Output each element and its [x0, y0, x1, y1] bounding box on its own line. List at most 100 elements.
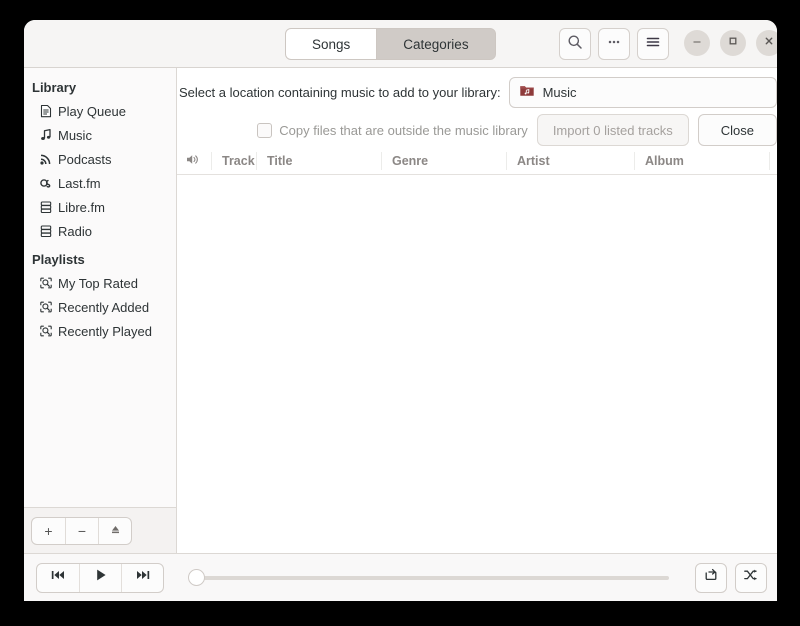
smart-playlist-icon — [38, 276, 53, 291]
sidebar-item-radio[interactable]: Radio — [24, 219, 176, 243]
rhythmbox-window: Songs Categories Library Play Queue Musi… — [24, 20, 777, 601]
hamburger-menu-icon — [645, 34, 661, 55]
player-bar — [24, 553, 777, 601]
close-import-button[interactable]: Close — [697, 114, 777, 146]
sidebar-item-podcasts[interactable]: Podcasts — [24, 147, 176, 171]
sidebar-item-label: Music — [58, 127, 92, 143]
import-tracks-button[interactable]: Import 0 listed tracks — [536, 114, 689, 146]
sidebar-footer: + − — [24, 507, 176, 553]
sidebar-item-label: Podcasts — [58, 151, 112, 167]
minus-icon: − — [77, 522, 87, 539]
sidebar-item-librefm[interactable]: Libre.fm — [24, 195, 176, 219]
maximize-icon — [727, 34, 739, 52]
folder-chooser-button[interactable]: Music — [508, 76, 777, 108]
window-controls — [684, 30, 777, 56]
remove-playlist-button[interactable]: − — [65, 517, 98, 544]
smart-playlist-icon — [38, 324, 53, 339]
seek-slider[interactable] — [188, 563, 677, 593]
column-header-time[interactable]: Time — [769, 151, 777, 170]
shuffle-button[interactable] — [735, 562, 767, 593]
sidebar-item-label: Play Queue — [58, 103, 126, 119]
column-header-genre-label: Genre — [392, 153, 429, 168]
import-location-row: Select a location containing music to ad… — [177, 76, 777, 108]
copy-files-checkbox-row[interactable]: Copy files that are outside the music li… — [257, 122, 528, 138]
plus-icon: + — [44, 522, 53, 539]
repeat-icon — [703, 567, 719, 588]
sidebar-playlists-heading: Playlists — [32, 252, 85, 267]
column-header-artist[interactable]: Artist — [506, 151, 634, 170]
sidebar-item-music[interactable]: Music — [24, 123, 176, 147]
tab-categories[interactable]: Categories — [376, 29, 495, 59]
music-folder-icon — [519, 82, 535, 103]
music-note-icon — [38, 128, 53, 143]
search-button[interactable] — [559, 28, 591, 60]
next-track-button[interactable] — [121, 563, 163, 592]
sidebar-item-label: Recently Played — [58, 323, 152, 339]
sidebar-item-lastfm[interactable]: Last.fm — [24, 171, 176, 195]
sidebar-item-my-top-rated[interactable]: My Top Rated — [24, 271, 176, 295]
tab-songs[interactable]: Songs — [286, 29, 377, 59]
sidebar-item-play-queue[interactable]: Play Queue — [24, 99, 176, 123]
repeat-button[interactable] — [695, 562, 727, 593]
sidebar-item-recently-played[interactable]: Recently Played — [24, 319, 176, 343]
column-header-track[interactable]: Track — [211, 151, 256, 170]
copy-files-checkbox-label: Copy files that are outside the music li… — [279, 122, 528, 138]
add-playlist-button[interactable]: + — [32, 518, 65, 544]
import-action-row: Copy files that are outside the music li… — [177, 113, 777, 147]
eject-icon — [109, 523, 122, 539]
smart-playlist-icon — [38, 300, 53, 315]
close-import-button-label: Close — [720, 122, 754, 138]
playing-speaker-icon — [185, 152, 200, 170]
track-list[interactable] — [177, 175, 777, 553]
previous-track-button[interactable] — [37, 564, 79, 592]
view-tab-switcher: Songs Categories — [285, 28, 496, 60]
play-button[interactable] — [79, 563, 121, 592]
librefm-icon — [38, 200, 53, 215]
copy-files-checkbox[interactable] — [257, 122, 273, 138]
more-options-button[interactable] — [598, 28, 630, 60]
sidebar-item-label: Radio — [58, 223, 92, 239]
sidebar-item-label: My Top Rated — [58, 275, 138, 291]
close-window-button[interactable] — [756, 30, 777, 56]
previous-track-icon — [50, 567, 66, 588]
window-body: Library Play Queue Music Podcasts Last.f… — [24, 68, 777, 553]
playlist-action-buttons: + − — [31, 516, 132, 545]
import-bar: Select a location containing music to ad… — [177, 68, 777, 147]
lastfm-icon — [38, 176, 53, 191]
eject-button[interactable] — [98, 517, 131, 544]
minimize-icon — [691, 34, 703, 52]
maximize-button[interactable] — [720, 30, 746, 56]
tab-categories-label: Categories — [403, 36, 469, 52]
sidebar-content: Library Play Queue Music Podcasts Last.f… — [24, 68, 176, 507]
tab-songs-label: Songs — [312, 36, 351, 52]
search-icon — [567, 34, 583, 55]
transport-controls — [36, 562, 164, 593]
play-icon — [93, 567, 109, 588]
main-content: Select a location containing music to ad… — [177, 68, 777, 553]
sidebar-library-heading: Library — [32, 80, 77, 95]
sidebar-item-label: Recently Added — [58, 299, 150, 315]
column-header-album[interactable]: Album — [634, 151, 769, 170]
main-menu-button[interactable] — [637, 28, 669, 60]
radio-icon — [38, 224, 53, 239]
header-bar: Songs Categories — [24, 20, 777, 68]
folder-chooser-value: Music — [542, 84, 577, 100]
column-header-genre[interactable]: Genre — [381, 151, 506, 170]
header-action-buttons — [559, 28, 669, 60]
column-header-title-label: Title — [267, 153, 293, 168]
seek-slider-handle[interactable] — [188, 569, 205, 586]
column-header-track-label: Track — [222, 153, 255, 168]
column-header-album-label: Album — [645, 153, 684, 168]
next-track-icon — [135, 567, 151, 588]
sidebar-item-label: Last.fm — [58, 175, 101, 191]
podcast-rss-icon — [38, 152, 53, 167]
import-tracks-button-label: Import 0 listed tracks — [552, 122, 673, 138]
track-table-header: Track Title Genre Artist Album Time — [177, 147, 777, 175]
column-header-title[interactable]: Title — [256, 151, 381, 170]
sidebar-item-recently-added[interactable]: Recently Added — [24, 295, 176, 319]
column-header-playing[interactable] — [177, 152, 211, 170]
close-icon — [763, 34, 775, 52]
seek-slider-track — [196, 575, 669, 580]
shuffle-icon — [743, 567, 759, 588]
minimize-button[interactable] — [684, 30, 710, 56]
